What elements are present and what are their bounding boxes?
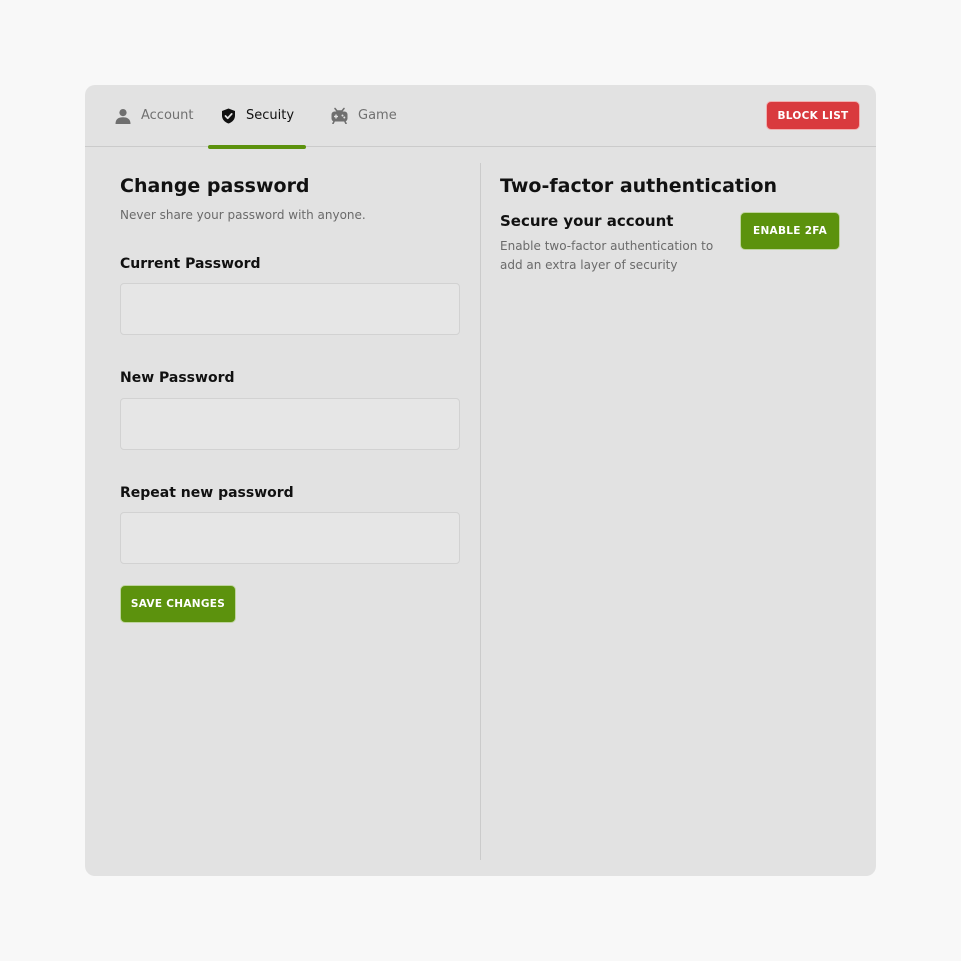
settings-panel: Account Secuity Game BLOCK LIST Change p… [85, 85, 876, 876]
tab-bar: Account Secuity Game BLOCK LIST [85, 85, 876, 149]
user-icon [115, 108, 131, 124]
tab-game[interactable]: Game [331, 85, 397, 146]
change-password-subtitle: Never share your password with anyone. [120, 208, 366, 222]
current-password-input[interactable] [120, 283, 460, 335]
tab-game-label: Game [358, 108, 397, 123]
save-changes-button[interactable]: SAVE CHANGES [120, 585, 236, 623]
current-password-label: Current Password [120, 256, 261, 272]
tab-account-label: Account [141, 108, 194, 123]
new-password-label: New Password [120, 370, 235, 386]
tab-account[interactable]: Account [115, 85, 194, 146]
two-factor-title: Two-factor authentication [500, 175, 778, 197]
column-divider [480, 163, 481, 860]
shield-check-icon [221, 108, 236, 124]
two-factor-description: Enable two-factor authentication to add … [500, 239, 714, 272]
secure-account-heading: Secure your account [500, 212, 674, 230]
repeat-password-input[interactable] [120, 512, 460, 564]
tab-security-label: Secuity [246, 108, 295, 123]
gamepad-icon [331, 107, 348, 124]
tab-security[interactable]: Secuity [221, 85, 294, 146]
repeat-password-label: Repeat new password [120, 485, 294, 501]
new-password-input[interactable] [120, 398, 460, 450]
change-password-title: Change password [120, 175, 310, 197]
enable-2fa-button[interactable]: ENABLE 2FA [740, 212, 840, 250]
active-tab-indicator [208, 145, 306, 149]
block-list-button[interactable]: BLOCK LIST [766, 101, 860, 130]
